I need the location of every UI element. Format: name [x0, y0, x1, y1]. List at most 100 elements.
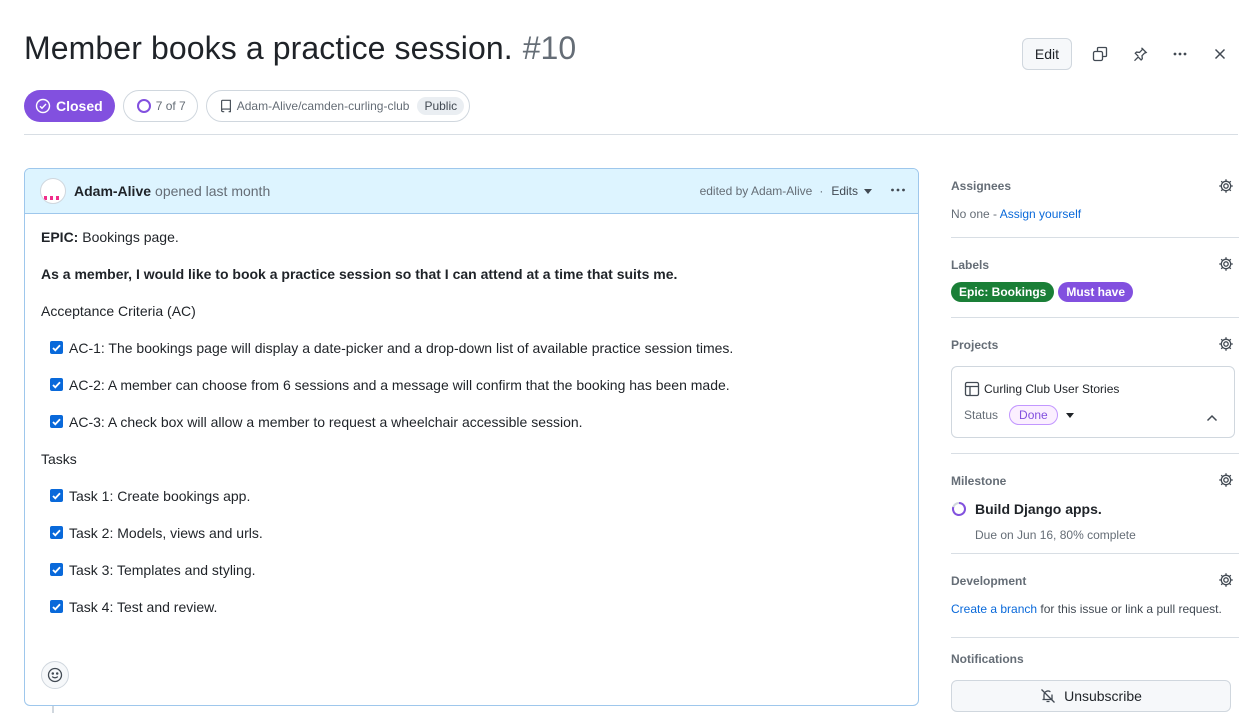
- assignees-title: Assignees: [951, 179, 1012, 193]
- close-icon[interactable]: [1202, 38, 1238, 70]
- gear-icon[interactable]: [1218, 256, 1234, 277]
- status-label: Status: [964, 408, 999, 422]
- header-actions: Edit: [1021, 38, 1238, 70]
- more-options-icon[interactable]: [1162, 38, 1198, 70]
- avatar[interactable]: [40, 178, 66, 204]
- issue-number: #10: [522, 30, 577, 66]
- notifications-title: Notifications: [951, 652, 1024, 666]
- checkbox-checked-icon[interactable]: [50, 378, 63, 391]
- header-divider: [24, 134, 1238, 135]
- development-title: Development: [951, 574, 1027, 588]
- task-item-text: Task 2: Models, views and urls.: [69, 525, 263, 541]
- caret-down-icon: [864, 188, 872, 194]
- comment-body: EPIC: Bookings page. As a member, I woul…: [25, 214, 918, 635]
- status-value-badge[interactable]: Done: [1009, 405, 1058, 425]
- issue-title: Member books a practice session.: [24, 30, 513, 66]
- milestone-progress-icon: [952, 502, 966, 516]
- repo-pill[interactable]: Adam-Alive/camden-curling-club Public: [205, 90, 471, 122]
- comment-header-right: edited by Adam-Alive · Edits: [700, 182, 906, 201]
- timeline-connector: [52, 706, 54, 713]
- add-reaction-smiley-icon[interactable]: [41, 661, 69, 689]
- checkbox-checked-icon[interactable]: [50, 415, 63, 428]
- checkbox-checked-icon[interactable]: [50, 526, 63, 539]
- issue-meta: Closed 7 of 7 Adam-Alive/camden-curling-…: [24, 90, 471, 122]
- epic-text: Bookings page.: [78, 229, 179, 245]
- assignees-value: No one - Assign yourself: [951, 207, 1081, 221]
- edits-dropdown[interactable]: Edits: [831, 184, 872, 198]
- caret-down-icon[interactable]: [1065, 412, 1074, 418]
- comment-header: Adam-Alive opened last month edited by A…: [25, 169, 918, 214]
- labels-title: Labels: [951, 258, 990, 272]
- issue-sidebar: Assignees No one - Assign yourself Label…: [951, 168, 1239, 713]
- milestone-row: Build Django apps.: [951, 501, 1102, 517]
- development-value: Create a branch for this issue or link a…: [951, 602, 1222, 616]
- subissues-count: 7 of 7: [155, 99, 186, 113]
- comment-author[interactable]: Adam-Alive: [74, 183, 151, 199]
- gear-icon[interactable]: [1218, 572, 1234, 593]
- comment-more-icon[interactable]: [890, 182, 906, 201]
- progress-circle-icon: [136, 99, 151, 113]
- task-item: Task 4: Test and review.: [41, 598, 902, 635]
- chevron-up-icon[interactable]: [1206, 409, 1218, 427]
- project-name[interactable]: Curling Club User Stories: [984, 382, 1119, 396]
- project-status-row: Status Done: [964, 405, 1074, 425]
- label-epic-bookings[interactable]: Epic: Bookings: [951, 282, 1055, 302]
- visibility-badge: Public: [417, 97, 465, 115]
- milestone-due: Due on Jun 16, 80% complete: [975, 528, 1136, 542]
- label-must-have[interactable]: Must have: [1058, 282, 1134, 302]
- comment-opened-time: opened last month: [155, 183, 271, 199]
- projects-title: Projects: [951, 338, 999, 352]
- gear-icon[interactable]: [1218, 178, 1234, 199]
- ac-item-text: AC-3: A check box will allow a member to…: [69, 414, 583, 430]
- epic-line: EPIC: Bookings page.: [41, 228, 902, 265]
- task-item-text: Task 1: Create bookings app.: [69, 488, 251, 504]
- labels-section: Labels Epic: Bookings Must have: [951, 238, 1239, 318]
- separator-dot: ·: [819, 184, 824, 198]
- project-card: Curling Club User Stories Status Done: [951, 366, 1235, 438]
- subissues-progress[interactable]: 7 of 7: [122, 90, 198, 122]
- task-item: Task 1: Create bookings app.: [41, 487, 902, 524]
- ac-item-text: AC-2: A member can choose from 6 session…: [69, 377, 730, 393]
- repo-icon: [220, 99, 231, 113]
- milestone-name[interactable]: Build Django apps.: [975, 501, 1102, 517]
- checkbox-checked-icon[interactable]: [50, 563, 63, 576]
- milestone-section: Milestone Build Django apps. Due on Jun …: [951, 454, 1239, 554]
- issue-body-comment: Adam-Alive opened last month edited by A…: [24, 168, 919, 706]
- edited-by-text: edited by Adam-Alive: [699, 184, 813, 198]
- assign-yourself-link[interactable]: Assign yourself: [1000, 207, 1081, 221]
- ac-item-text: AC-1: The bookings page will display a d…: [69, 340, 734, 356]
- checkbox-checked-icon[interactable]: [50, 341, 63, 354]
- notifications-section: Notifications Unsubscribe: [951, 638, 1239, 713]
- ac-item: AC-1: The bookings page will display a d…: [41, 339, 902, 376]
- copy-icon[interactable]: [1082, 38, 1118, 70]
- unsubscribe-label: Unsubscribe: [1064, 688, 1142, 704]
- labels-list: Epic: Bookings Must have: [951, 282, 1137, 302]
- development-text: for this issue or link a pull request.: [1037, 602, 1222, 616]
- milestone-title: Milestone: [951, 474, 1007, 488]
- create-branch-link[interactable]: Create a branch: [951, 602, 1037, 616]
- project-name-row: Curling Club User Stories: [964, 381, 1119, 397]
- ac-item: AC-3: A check box will allow a member to…: [41, 413, 902, 450]
- issue-title-row: Member books a practice session. #10: [24, 30, 576, 67]
- task-item: Task 3: Templates and styling.: [41, 561, 902, 598]
- ac-heading: Acceptance Criteria (AC): [41, 303, 196, 319]
- tasks-heading: Tasks: [41, 451, 77, 467]
- gear-icon[interactable]: [1218, 336, 1234, 357]
- edit-button[interactable]: Edit: [1021, 38, 1072, 70]
- projects-section: Projects Curling Club User Stories Statu…: [951, 318, 1239, 454]
- task-item: Task 2: Models, views and urls.: [41, 524, 902, 561]
- gear-icon[interactable]: [1218, 472, 1234, 493]
- task-item-text: Task 3: Templates and styling.: [69, 562, 256, 578]
- unsubscribe-button[interactable]: Unsubscribe: [951, 680, 1231, 712]
- check-circle-icon: [35, 98, 51, 114]
- bell-slash-icon: [1041, 689, 1056, 703]
- repo-name: Adam-Alive/camden-curling-club: [236, 99, 410, 113]
- task-item-text: Task 4: Test and review.: [69, 599, 218, 615]
- table-icon: [964, 381, 980, 397]
- development-section: Development Create a branch for this iss…: [951, 554, 1239, 638]
- checkbox-checked-icon[interactable]: [50, 489, 63, 502]
- checkbox-checked-icon[interactable]: [50, 600, 63, 613]
- no-assignee-text: No one -: [951, 207, 1000, 221]
- edits-label: Edits: [831, 184, 858, 198]
- pin-icon[interactable]: [1122, 38, 1158, 70]
